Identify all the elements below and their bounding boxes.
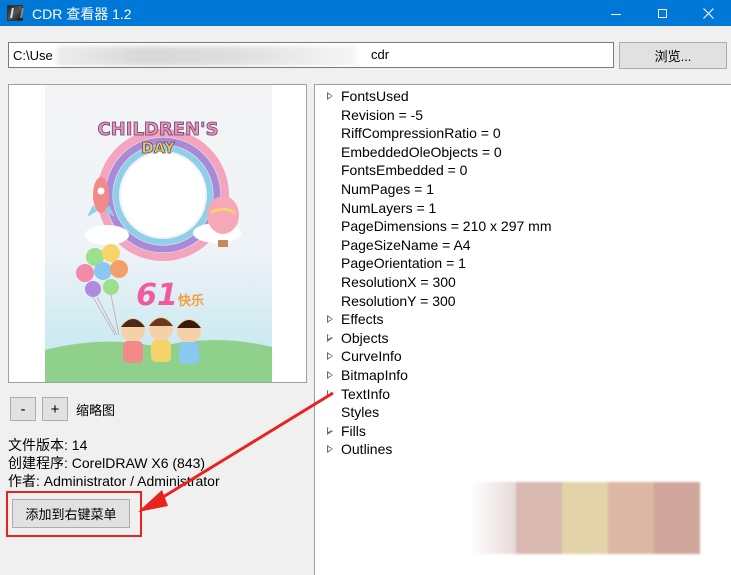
tree-item[interactable]: Styles xyxy=(325,403,379,421)
minimize-icon xyxy=(611,13,621,15)
close-button[interactable] xyxy=(685,0,731,26)
tree-item[interactable]: Fills xyxy=(325,422,366,440)
tree-item-label: Revision = -5 xyxy=(341,106,424,123)
thumbnail-label: 缩略图 xyxy=(76,403,116,418)
tree-item[interactable]: EmbeddedOleObjects = 0 xyxy=(325,143,502,161)
tree-item[interactable]: Objects xyxy=(325,329,388,347)
tree-item[interactable]: RiffCompressionRatio = 0 xyxy=(325,124,501,142)
zoom-out-button[interactable]: - xyxy=(10,397,36,421)
browse-button[interactable]: 浏览... xyxy=(619,42,727,69)
poster-subline: DAY xyxy=(141,139,176,157)
file-path-input[interactable]: C:\Use cdr xyxy=(8,42,614,68)
tree-item-label: FontsEmbedded = 0 xyxy=(341,162,468,179)
tree-item-label: RiffCompressionRatio = 0 xyxy=(341,125,501,142)
author-text: 作者: Administrator / Administrator xyxy=(8,473,220,489)
expand-arrow-icon[interactable] xyxy=(325,388,337,400)
tree-item-label: EmbeddedOleObjects = 0 xyxy=(341,143,502,160)
tree-item[interactable]: ResolutionY = 300 xyxy=(325,292,456,310)
tree-item[interactable]: FontsUsed xyxy=(325,87,409,105)
thumbnail-image: CHILDREN'S DAY 61 快乐 xyxy=(45,85,272,382)
creator-text: 创建程序: CorelDRAW X6 (843) xyxy=(8,455,206,471)
tree-item[interactable]: Outlines xyxy=(325,440,392,458)
expand-arrow-icon[interactable] xyxy=(325,369,337,381)
tree-item-label: Effects xyxy=(341,311,384,328)
app-icon xyxy=(7,5,23,21)
tree-item-label: ResolutionX = 300 xyxy=(341,274,456,290)
tree-item-label: Objects xyxy=(341,329,389,346)
tree-item[interactable]: NumPages = 1 xyxy=(325,180,434,198)
file-version-text: 文件版本: 14 xyxy=(8,437,88,453)
poster-headline: CHILDREN'S xyxy=(97,119,218,140)
tree-item-label: NumLayers = 1 xyxy=(341,199,437,216)
tree-item-label: TextInfo xyxy=(341,385,391,402)
maximize-icon xyxy=(657,8,667,18)
tree-item-label: BitmapInfo xyxy=(341,367,408,383)
expand-arrow-icon[interactable] xyxy=(325,332,337,344)
thumbnail-preview: CHILDREN'S DAY 61 快乐 xyxy=(8,84,307,383)
tree-item[interactable]: ResolutionX = 300 xyxy=(325,273,456,291)
tree-item-label: PageSizeName = A4 xyxy=(341,236,471,253)
file-path-suffix: cdr xyxy=(371,47,390,62)
tree-item[interactable]: PageDimensions = 210 x 297 mm xyxy=(325,217,552,235)
tree-item[interactable]: TextInfo xyxy=(325,385,390,403)
tree-item-label: ResolutionY = 300 xyxy=(341,292,456,309)
tree-item[interactable]: PageOrientation = 1 xyxy=(325,254,466,272)
poster-caption: 快乐 xyxy=(178,293,204,309)
tree-item[interactable]: PageSizeName = A4 xyxy=(325,236,471,254)
zoom-in-button[interactable]: + xyxy=(42,397,68,421)
poster-number: 61 xyxy=(136,278,178,313)
tree-item[interactable]: CurveInfo xyxy=(325,347,402,365)
tree-item-label: PageDimensions = 210 x 297 mm xyxy=(341,218,552,235)
minimize-button[interactable] xyxy=(593,0,639,26)
tree-item[interactable]: Effects xyxy=(325,310,384,328)
title-bar: CDR 查看器 1.2 xyxy=(0,0,731,26)
tree-item-label: FontsUsed xyxy=(341,88,409,104)
file-path-prefix: C:\Use xyxy=(13,47,53,63)
expand-arrow-icon[interactable] xyxy=(325,313,337,325)
window-title: CDR 查看器 1.2 xyxy=(32,6,132,22)
tree-item-label: Styles xyxy=(341,404,380,421)
maximize-button[interactable] xyxy=(639,0,685,26)
annotation-highlight-box xyxy=(6,491,142,537)
blurred-watermark xyxy=(470,482,700,554)
expand-arrow-icon[interactable] xyxy=(325,90,337,102)
tree-item[interactable]: NumLayers = 1 xyxy=(325,199,436,217)
tree-item-label: Outlines xyxy=(341,441,393,458)
expand-arrow-icon[interactable] xyxy=(325,443,337,455)
tree-item-label: PageOrientation = 1 xyxy=(341,255,466,272)
arrow-head-icon xyxy=(138,490,168,512)
close-icon xyxy=(702,7,714,19)
tree-item-label: CurveInfo xyxy=(341,348,402,365)
tree-item[interactable]: Revision = -5 xyxy=(325,106,423,124)
expand-arrow-icon[interactable] xyxy=(325,425,337,437)
tree-item[interactable]: FontsEmbedded = 0 xyxy=(325,161,467,179)
expand-arrow-icon[interactable] xyxy=(325,350,337,362)
tree-item-label: NumPages = 1 xyxy=(341,181,434,197)
childrens-day-poster: CHILDREN'S DAY 61 快乐 xyxy=(45,85,272,382)
kids-illustration xyxy=(121,317,201,364)
path-redaction xyxy=(57,46,357,66)
tree-item[interactable]: BitmapInfo xyxy=(325,366,408,384)
tree-item-label: Fills xyxy=(341,422,366,439)
